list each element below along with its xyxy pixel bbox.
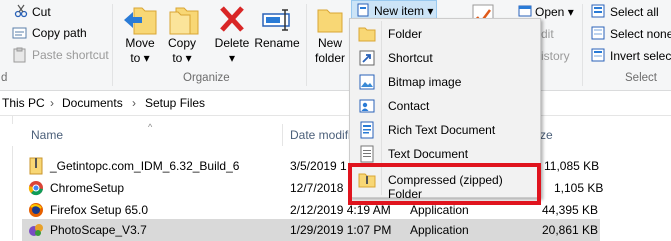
file-row-selected[interactable]: PhotoScape_V3.7 1/29/2019 1:07 PM Applic… [22,219,600,241]
ribbon: Cut Copy path Paste shortcut d Move to ▾… [0,0,671,91]
file-size: 11,085 KB [544,159,600,173]
firefox-icon [29,203,43,217]
organize-group-label: Organize [183,72,230,84]
file-date: 12/7/2018 [290,181,344,195]
paste-shortcut-icon [13,47,26,63]
delete-icon [220,6,244,32]
copy-path-button[interactable]: Copy path [32,26,87,40]
contact-icon [359,99,375,113]
separator [582,4,583,86]
open-icon [518,5,532,17]
copy-to-label-2: to ▾ [172,51,192,65]
new-folder-icon [317,9,343,33]
history-button[interactable]: istory [541,49,570,63]
new-item-label: New item ▾ [374,4,434,18]
rename-button[interactable]: Rename [252,4,302,68]
cut-button[interactable]: Cut [32,5,51,19]
menu-item-shortcut[interactable]: Shortcut [350,46,540,70]
clipboard-group-label: d [1,72,8,84]
file-name: _Getintopc.com_IDM_6.32_Build_6 [50,159,240,173]
file-type: Application [410,203,469,217]
select-all-button[interactable]: Select all [610,5,659,19]
column-headers: Name ^ Date modifi ze [0,122,671,146]
menu-item-label: Shortcut [388,51,433,65]
sort-up-icon: ^ [148,122,153,132]
menu-item-label: Rich Text Document [388,123,496,137]
highlight-annotation [348,163,541,205]
chrome-icon [28,181,43,196]
column-divider[interactable] [282,124,283,146]
breadcrumb-documents[interactable]: Documents [62,96,123,110]
paste-shortcut-button[interactable]: Paste shortcut [32,48,109,62]
menu-item-label: Bitmap image [388,75,462,89]
delete-arrow: ▾ [228,51,236,65]
copy-to-label-1: Copy [167,36,196,50]
breadcrumb-separator[interactable]: › [50,96,54,110]
file-name: ChromeSetup [50,181,125,195]
menu-item-label: Folder [388,27,423,41]
delete-label: Delete [214,36,250,50]
delete-button[interactable]: Delete ▾ [210,4,254,68]
new-folder-button[interactable]: New folder [310,4,350,68]
menu-item-bitmap-image[interactable]: Bitmap image [350,70,540,94]
rename-label: Rename [254,36,300,50]
edit-button[interactable]: dit [541,27,554,41]
new-item-icon [357,3,369,17]
menu-item-contact[interactable]: Contact [350,94,540,118]
invert-selection-icon [591,48,605,62]
column-header-size[interactable]: ze [540,128,553,142]
new-item-button[interactable]: New item ▾ [351,0,437,20]
address-bar[interactable]: This PC › Documents › Setup Files [0,91,671,116]
move-to-label-2: to ▾ [130,51,150,65]
file-date: 3/5/2019 1 [290,159,347,173]
file-size: 20,861 KB [542,223,599,237]
move-to-icon [124,7,157,35]
invert-selection-button[interactable]: Invert selection [610,49,671,63]
select-all-icon [591,4,605,18]
file-date: 2/12/2019 4:19 AM [290,203,391,217]
copy-to-button[interactable]: Copy to ▾ [160,4,204,68]
open-button[interactable]: Open ▾ [535,5,574,19]
column-header-date[interactable]: Date modifi [290,128,351,142]
move-to-button[interactable]: Move to ▾ [118,4,162,68]
menu-item-label: Contact [388,99,430,113]
zip-file-icon [29,157,43,175]
new-folder-label-1: New [317,36,342,50]
select-group-label: Select [625,72,657,84]
separator [112,4,113,86]
move-to-label-1: Move [125,36,155,50]
select-none-button[interactable]: Select none [610,27,671,41]
column-header-name[interactable]: Name [31,128,63,142]
file-size: 44,395 KB [542,203,599,217]
file-date: 1/29/2019 1:07 PM [290,223,392,237]
file-name: PhotoScape_V3.7 [50,223,147,237]
bitmap-image-icon [359,74,375,90]
photoscape-icon [29,224,43,236]
cut-icon [14,4,28,18]
breadcrumb-this-pc[interactable]: This PC [2,96,45,110]
menu-item-rich-text-document[interactable]: Rich Text Document [350,118,540,142]
file-type: Application [410,223,469,237]
shortcut-icon [359,50,375,66]
copy-to-icon [169,7,199,35]
file-name: Firefox Setup 65.0 [50,203,149,217]
file-size: 1,105 KB [554,181,604,195]
menu-item-folder[interactable]: Folder [350,22,540,46]
rich-text-document-icon [360,121,374,139]
select-none-icon [591,26,605,40]
menu-item-label: Text Document [388,147,469,161]
separator [306,4,307,86]
rename-icon [262,9,290,31]
breadcrumb-separator[interactable]: › [132,96,136,110]
breadcrumb-setup-files[interactable]: Setup Files [145,96,205,110]
new-folder-label-2: folder [314,51,346,65]
folder-icon [358,27,376,42]
copy-path-icon [12,27,27,39]
text-document-icon [360,145,374,163]
